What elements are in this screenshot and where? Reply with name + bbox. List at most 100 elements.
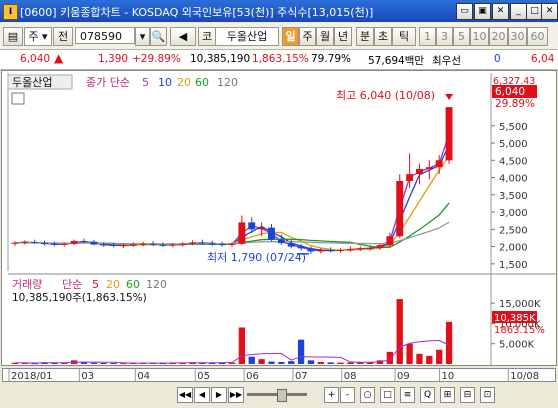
tab-year[interactable]: 년 [334, 27, 352, 46]
candle-body [307, 248, 315, 252]
grid-icon[interactable] [11, 92, 25, 105]
volume-tick-label: 15,000K [499, 299, 541, 310]
x-tick-label: 08 [344, 371, 357, 381]
minute-1[interactable]: 1 [419, 27, 436, 46]
volume-bar [90, 362, 98, 364]
price-tick-label: 5,500 [499, 122, 528, 133]
quote-row: 6,040 ▲ 1,390 +29.89% 10,385,190 1,863.1… [0, 50, 558, 70]
candle-body [70, 241, 78, 244]
zoom-in-icon[interactable]: + [324, 387, 339, 403]
candle-body [31, 242, 39, 244]
jeon-button[interactable]: 전 [53, 27, 73, 46]
bottom-area: 2018/01 03 04 05 06 07 08 09 10 10/08 ◀◀ ◀ ▶ ▶▶ +… [0, 366, 558, 408]
period-select[interactable]: 주 ▾ [24, 27, 52, 46]
x-tick-label: 2018/01 [11, 371, 53, 381]
pref-value: 0 [494, 53, 501, 65]
volume-bar [406, 343, 413, 364]
lock-icon[interactable]: ▤ [3, 27, 23, 46]
fit-icon[interactable]: ⊡ [480, 387, 495, 403]
tab-second[interactable]: 초 [374, 27, 392, 46]
x-tick-label: 09 [397, 371, 410, 381]
maximize-icon[interactable]: ▣ [474, 3, 491, 20]
tab-month[interactable]: 월 [316, 27, 334, 46]
sound-icon[interactable]: ◀ [170, 27, 196, 46]
next-icon[interactable]: ▶ [211, 387, 227, 403]
chart-svg[interactable]: 1,500 2,000 2,500 3,000 3,500 4,000 4,500 5,000… [2, 71, 556, 367]
chart-area[interactable]: 1,500 2,000 2,500 3,000 3,500 4,000 4,500 5,000… [1, 70, 557, 367]
minimize-icon[interactable]: _ [510, 3, 527, 20]
minute-20[interactable]: 20 [489, 27, 508, 46]
volume-current-tag: 10,385K [494, 313, 536, 324]
tab-week[interactable]: 주 [299, 27, 316, 46]
candle-body [198, 242, 206, 244]
volume-legend-label: 단순 [62, 278, 82, 291]
candle-body [80, 241, 88, 243]
x-tick-label: 10/08 [510, 371, 539, 381]
candle-body [149, 243, 157, 245]
candle-body [356, 248, 364, 250]
minute-3[interactable]: 3 [436, 27, 453, 46]
collapse-icon[interactable]: ⊟ [460, 387, 475, 403]
candle-body [238, 222, 246, 244]
first-icon[interactable]: ◀◀ [177, 387, 193, 403]
scroll-thumb[interactable] [277, 389, 287, 402]
candle-body [297, 246, 305, 249]
minute-60[interactable]: 60 [527, 27, 548, 46]
box-icon[interactable]: □ [380, 387, 395, 403]
vma5-label: 5 [92, 278, 99, 291]
candle-body [268, 227, 275, 240]
window-close-icon[interactable]: ✕ [541, 3, 558, 20]
market-label: 코 [198, 27, 216, 46]
volume-bar [396, 299, 403, 364]
candle-body [21, 242, 29, 244]
close-icon[interactable]: ✕ [492, 3, 509, 20]
volume-bar [278, 361, 285, 364]
candle-body [159, 244, 167, 246]
x-axis-strip: 2018/01 03 04 05 06 07 08 09 10 10/08 [2, 368, 556, 382]
volume-bar [445, 321, 453, 364]
tab-tick[interactable]: 틱 [392, 27, 416, 46]
circle-icon[interactable]: ○ [360, 387, 375, 403]
chevron-down-icon: ▾ [38, 30, 48, 43]
candle-body [376, 245, 384, 248]
stock-code-input[interactable]: 078590 [75, 27, 135, 44]
search-chart-icon[interactable]: Q [420, 387, 435, 403]
candle-body [11, 242, 19, 244]
stock-code-dropdown-icon[interactable]: ▾ [135, 27, 150, 46]
last-icon[interactable]: ▶▶ [228, 387, 244, 403]
volume-info: 10,385,190주(1,863.15%) [12, 292, 147, 304]
search-icon[interactable]: 🔍 [150, 27, 167, 46]
volume-bar [297, 339, 305, 364]
tab-day[interactable]: 일 [282, 27, 299, 46]
prev-icon[interactable]: ◀ [194, 387, 210, 403]
title-bar: I [0600] 키움종합차트 - KOSDAQ 외국인보유[53(천)] 주식… [0, 0, 558, 22]
volume-bar [100, 362, 107, 364]
list-icon[interactable]: ≡ [400, 387, 415, 403]
volume-bar [327, 362, 334, 364]
zoom-out-icon[interactable]: - [340, 387, 355, 403]
volume-ratio: 1,863.15% [252, 53, 309, 65]
candle-body [129, 244, 137, 246]
x-tick-label: 05 [197, 371, 210, 381]
minute-5[interactable]: 5 [453, 27, 470, 46]
volume-bar [416, 353, 423, 364]
candle-body [100, 244, 108, 246]
vma20-label: 20 [106, 278, 120, 291]
tab-minute[interactable]: 분 [356, 27, 374, 46]
trade-value: 57,694백만 [368, 55, 425, 67]
playback-controls: ◀◀ ◀ ▶ ▶▶ [177, 387, 317, 403]
candle-body [327, 250, 335, 252]
candle-body [425, 167, 433, 169]
restore-icon[interactable]: ▭ [456, 3, 473, 20]
candle-body [258, 227, 266, 230]
expand-icon[interactable]: ⊞ [440, 387, 455, 403]
minute-10[interactable]: 10 [470, 27, 489, 46]
scroll-bar[interactable]: ◀◀ ◀ ▶ ▶▶ + - ○ □ ≡ Q ⊞ ⊟ ⊡ [2, 386, 556, 404]
candle-body [179, 243, 187, 245]
candle-body [346, 248, 354, 251]
volume-bar [268, 361, 275, 364]
price-tick-label: 5,000 [499, 139, 528, 150]
minute-30[interactable]: 30 [508, 27, 527, 46]
volume-bar [248, 356, 255, 364]
price-tick-label: 4,000 [499, 174, 528, 185]
